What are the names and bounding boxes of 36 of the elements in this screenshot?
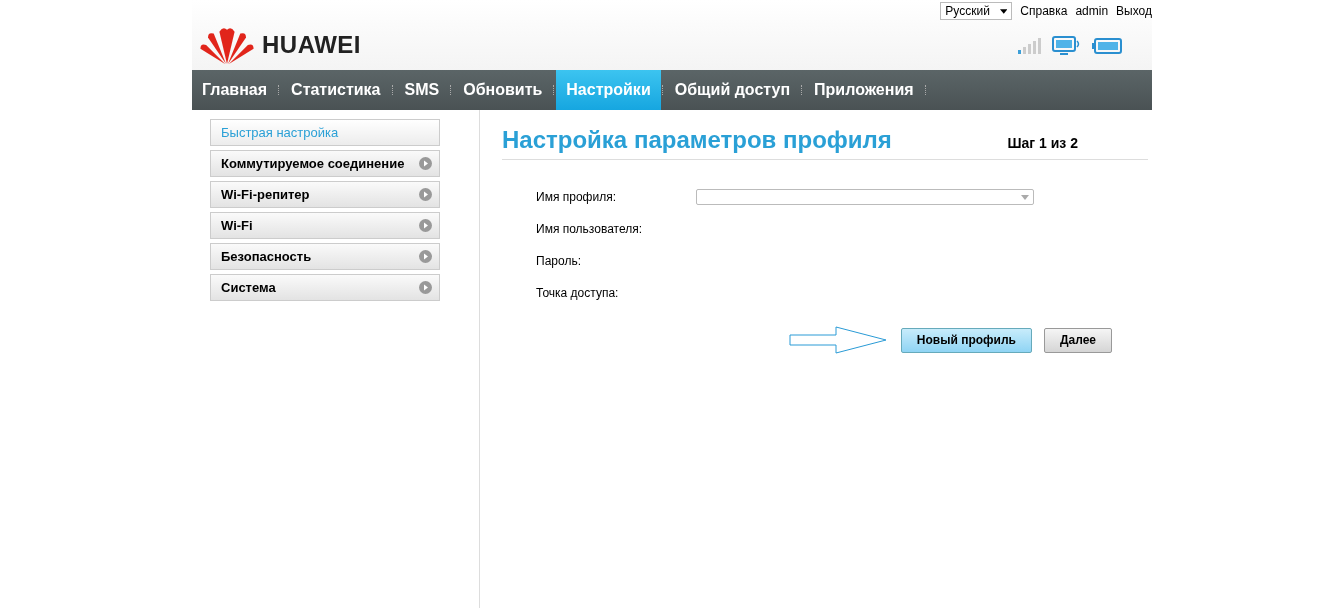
nav-tab[interactable]: Обновить	[453, 70, 553, 110]
nav-tab[interactable]: Приложения	[804, 70, 924, 110]
chevron-circle-icon	[419, 281, 432, 294]
monitor-icon	[1052, 36, 1082, 56]
sidebar-item[interactable]: Wi-Fi	[210, 212, 440, 239]
chevron-circle-icon	[419, 219, 432, 232]
form-button[interactable]: Далее	[1043, 327, 1112, 353]
chevron-circle-icon	[419, 250, 432, 263]
field-label: Имя профиля:	[536, 190, 617, 204]
caret-icon	[999, 8, 1008, 14]
sidebar-item[interactable]: Wi-Fi-репитер	[210, 181, 440, 208]
header-link[interactable]: Выход	[1116, 4, 1152, 18]
nav-tab[interactable]: Статистика	[281, 70, 391, 110]
sidebar-item[interactable]: Система	[210, 274, 440, 301]
page-title: Настройка параметров профиля	[502, 126, 892, 154]
flower-logo-icon	[198, 26, 256, 64]
field-label: Точка доступа:	[536, 286, 620, 300]
signal-icon	[1018, 38, 1042, 54]
language-dropdown[interactable]: Русский	[940, 2, 1013, 20]
nav-tab[interactable]: Общий доступ	[664, 70, 801, 110]
caret-icon	[1021, 194, 1029, 200]
logo-text: HUAWEI	[262, 31, 361, 59]
profile-select[interactable]	[696, 189, 1034, 205]
header-link[interactable]: Справка	[1020, 4, 1068, 18]
field-label: Пароль:	[536, 254, 582, 268]
battery-icon	[1092, 38, 1122, 54]
header-link[interactable]: admin	[1075, 4, 1109, 18]
sidebar-item[interactable]: Безопасность	[210, 243, 440, 270]
field-label: Имя пользователя:	[536, 222, 644, 236]
nav-tab[interactable]: Главная	[192, 70, 278, 110]
form-button[interactable]: Новый профиль	[900, 327, 1032, 353]
chevron-circle-icon	[419, 157, 432, 170]
step-indicator: Шаг 1 из 2	[1007, 135, 1078, 153]
sidebar-item[interactable]: Коммутируемое соединение	[210, 150, 440, 177]
nav-tab[interactable]: SMS	[394, 70, 450, 110]
chevron-circle-icon	[419, 188, 432, 201]
